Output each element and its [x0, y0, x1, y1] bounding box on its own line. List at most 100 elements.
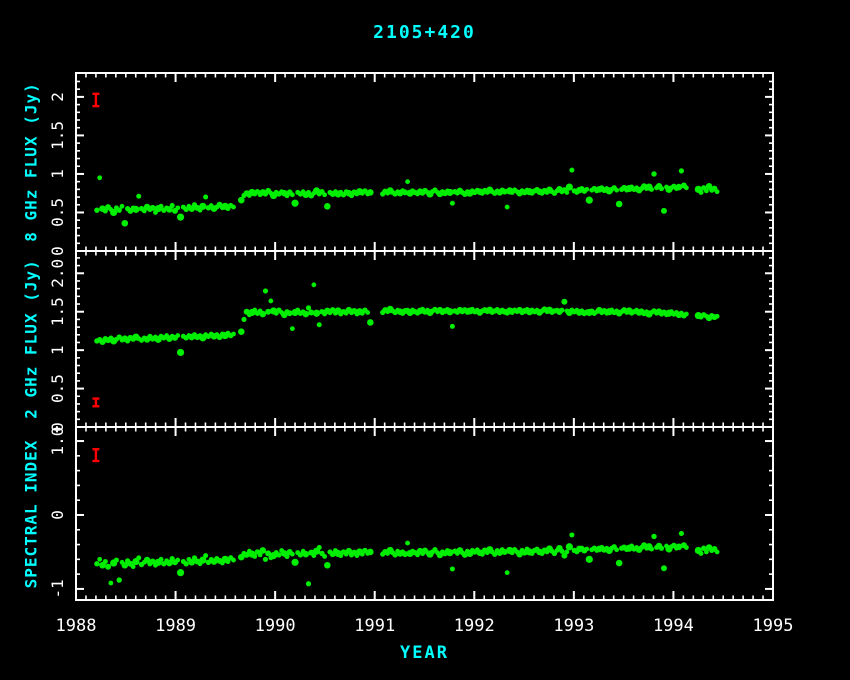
data-point [586, 197, 593, 204]
data-point [450, 324, 455, 329]
data-point [306, 581, 311, 586]
data-point [108, 581, 113, 586]
data-point [132, 206, 139, 213]
data-point [649, 187, 654, 192]
data-point [569, 168, 574, 173]
data-point [566, 183, 573, 190]
x-tick-label: 1994 [653, 616, 694, 636]
y-tick-label: 0 [48, 246, 67, 256]
data-point [322, 554, 327, 559]
data-point [175, 558, 180, 563]
data-point [175, 333, 180, 338]
data-point [252, 554, 257, 559]
data-point [183, 561, 188, 566]
data-point [268, 299, 273, 304]
data-point [659, 186, 664, 191]
plot-canvas: 21.510.502.01.510.501.00-119881989199019… [0, 0, 850, 680]
data-point [177, 569, 184, 576]
data-point [367, 549, 374, 556]
data-point [659, 546, 664, 551]
data-point [114, 558, 119, 563]
data-point [651, 171, 656, 176]
data-point [584, 547, 589, 552]
y-tick-label: 1 [48, 169, 67, 179]
data-point [322, 192, 327, 197]
data-point [203, 195, 208, 200]
data-point [290, 192, 295, 197]
data-point [311, 282, 316, 287]
x-tick-label: 1991 [354, 616, 395, 636]
x-tick-label: 1992 [454, 616, 495, 636]
data-point [199, 203, 206, 210]
data-point [715, 550, 720, 555]
data-point [313, 310, 320, 317]
data-point [505, 570, 510, 575]
data-point [97, 557, 102, 562]
data-point [405, 541, 410, 546]
data-point [291, 200, 298, 207]
data-point [505, 205, 510, 210]
data-point [614, 547, 619, 552]
data-point [94, 207, 99, 212]
data-point [561, 299, 567, 305]
data-point [136, 555, 141, 560]
data-point [616, 201, 623, 208]
data-point [276, 552, 281, 557]
data-point [231, 205, 236, 210]
data-point [238, 328, 245, 335]
data-point [317, 322, 322, 327]
data-point [259, 547, 266, 554]
data-point [291, 559, 298, 566]
data-point [259, 311, 266, 318]
data-point [566, 543, 573, 550]
data-point [614, 188, 619, 193]
data-point [679, 168, 684, 173]
data-point [651, 534, 656, 539]
y-tick-label: 1.0 [48, 427, 67, 456]
data-point [450, 201, 455, 206]
data-point [303, 551, 310, 558]
data-point [405, 179, 410, 184]
x-tick-label: 1993 [553, 616, 594, 636]
data-point [231, 558, 236, 563]
y-tick-label: 1.5 [48, 121, 67, 150]
data-point [317, 545, 322, 550]
data-point [661, 565, 667, 571]
data-point [450, 566, 455, 571]
y-tick-label: -1 [48, 579, 67, 598]
data-point [175, 205, 180, 210]
data-point [616, 560, 623, 567]
data-point [177, 349, 184, 356]
data-point [367, 189, 374, 196]
x-tick-label: 1989 [155, 616, 196, 636]
data-point [131, 564, 136, 569]
x-tick-label: 1995 [753, 616, 794, 636]
data-point [367, 319, 374, 326]
data-point [241, 317, 246, 322]
y-tick-label: 2.0 [48, 259, 67, 288]
y-tick-label: 1 [48, 345, 67, 355]
data-point [699, 190, 704, 195]
data-point [324, 203, 331, 210]
data-point [679, 531, 684, 536]
data-point [661, 208, 667, 214]
data-point [120, 204, 125, 209]
y-tick-label: 0.5 [48, 198, 67, 227]
data-point [569, 532, 574, 537]
data-point [117, 577, 122, 582]
data-point [103, 559, 108, 564]
data-point [177, 213, 184, 220]
data-point [159, 557, 164, 562]
data-point [290, 326, 295, 331]
data-point [324, 562, 331, 569]
data-point [715, 189, 720, 194]
data-point [121, 220, 128, 227]
data-point [365, 310, 370, 315]
data-point [303, 311, 310, 318]
data-point [564, 190, 569, 195]
y-tick-label: 0 [48, 510, 67, 520]
data-point [715, 314, 720, 319]
data-point [684, 545, 689, 550]
plot-frame [76, 73, 773, 600]
data-point [684, 185, 689, 190]
